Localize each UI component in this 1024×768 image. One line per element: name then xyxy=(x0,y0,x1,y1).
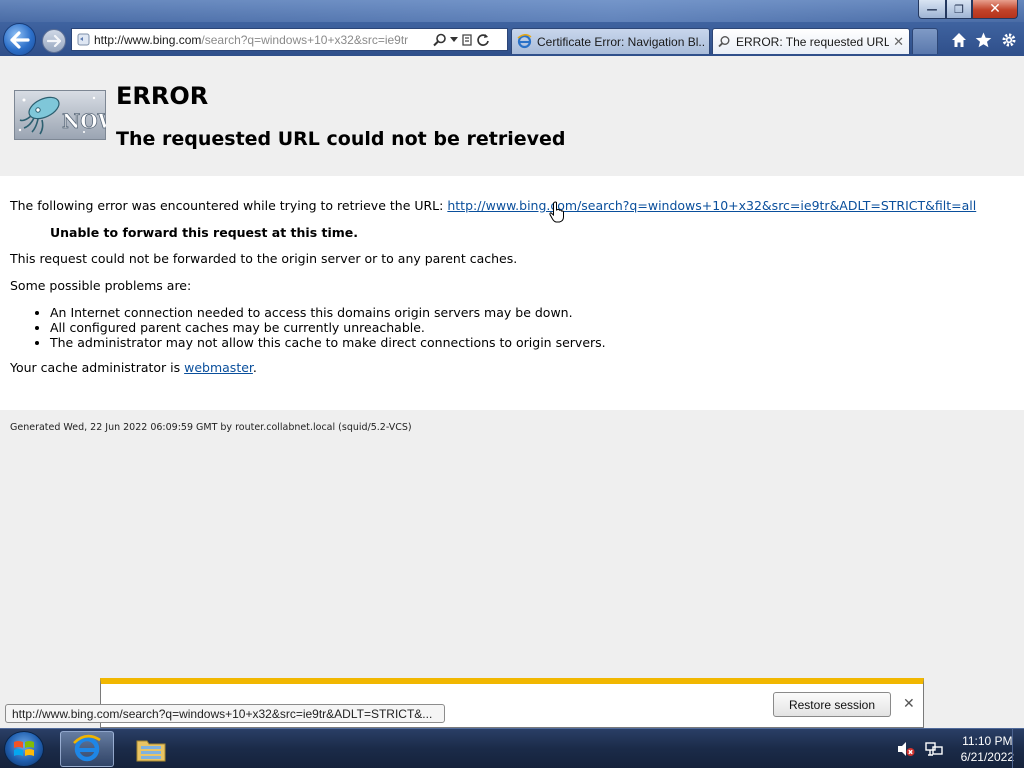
ie-tab-icon xyxy=(517,34,532,49)
page-icon xyxy=(72,33,94,46)
page-title: ERROR xyxy=(116,82,209,110)
tools-gear-icon[interactable] xyxy=(999,29,1018,51)
minimize-button[interactable]: — xyxy=(918,0,946,19)
status-url-tooltip: http://www.bing.com/search?q=windows+10+… xyxy=(5,704,445,723)
taskbar-internet-explorer[interactable] xyxy=(60,731,114,767)
admin-suffix: . xyxy=(252,360,257,375)
taskbar-windows-explorer[interactable] xyxy=(124,731,178,767)
show-desktop-button[interactable] xyxy=(1012,729,1024,768)
start-button[interactable] xyxy=(4,731,44,767)
compat-view-icon[interactable] xyxy=(461,33,473,47)
tab-label: Certificate Error: Navigation Bl... xyxy=(537,34,704,49)
refresh-icon[interactable] xyxy=(476,33,490,47)
requested-url-link[interactable]: http://www.bing.com/search?q=windows+10+… xyxy=(447,198,976,213)
intro-text: The following error was encountered whil… xyxy=(10,198,448,213)
address-url-path: /search?q=windows+10+x32&src=ie9tr xyxy=(201,32,409,47)
list-item: All configured parent caches may be curr… xyxy=(50,320,606,335)
window-controls: — ❐ ✕ xyxy=(918,0,1018,19)
problems-list: An Internet connection needed to access … xyxy=(32,305,606,350)
folder-taskbar-icon xyxy=(136,740,166,762)
favorites-star-icon[interactable] xyxy=(974,29,993,51)
windows-start-icon xyxy=(14,741,34,756)
address-url[interactable]: http://www.bing.com/search?q=windows+10+… xyxy=(94,33,429,47)
svg-text:NOW: NOW xyxy=(62,109,106,133)
forward-arrow-icon xyxy=(47,35,61,47)
new-tab-button[interactable] xyxy=(912,28,938,54)
error-header: NOW ERROR The requested URL could not be… xyxy=(0,56,1024,176)
forward-button[interactable] xyxy=(42,29,66,53)
error-heading: Unable to forward this request at this t… xyxy=(50,225,359,240)
taskbar: 11:10 PM 6/21/2022 xyxy=(0,728,1024,768)
ie-taskbar-icon xyxy=(73,734,101,762)
address-url-host: http://www.bing.com xyxy=(94,32,202,47)
close-window-button[interactable]: ✕ xyxy=(972,0,1018,19)
restore-session-button[interactable]: Restore session xyxy=(773,692,891,717)
tab-error-page[interactable]: ERROR: The requested URL ... ✕ xyxy=(712,28,910,54)
tab-close-button[interactable]: ✕ xyxy=(893,34,904,50)
search-icon[interactable] xyxy=(433,33,447,47)
tab-certificate-error[interactable]: Certificate Error: Navigation Bl... xyxy=(511,28,710,54)
system-clock[interactable]: 11:10 PM 6/21/2022 xyxy=(961,733,1014,765)
admin-paragraph: Your cache administrator is webmaster. xyxy=(10,360,257,375)
address-tools xyxy=(433,33,490,47)
volume-muted-icon[interactable] xyxy=(897,741,915,757)
dropdown-arrow-icon[interactable] xyxy=(450,36,458,43)
network-icon[interactable] xyxy=(924,741,943,757)
error-description: This request could not be forwarded to t… xyxy=(10,251,518,266)
clock-date: 6/21/2022 xyxy=(960,750,1014,764)
browser-chrome: — ❐ ✕ http://www.bing.com/search?q=windo… xyxy=(0,0,1024,56)
back-button[interactable] xyxy=(3,23,36,56)
hand-cursor-icon xyxy=(549,201,565,227)
back-arrow-icon xyxy=(9,30,30,49)
notification-close-button[interactable]: ✕ xyxy=(903,696,915,712)
page-subtitle: The requested URL could not be retrieved xyxy=(116,128,566,150)
problems-intro: Some possible problems are: xyxy=(10,278,192,293)
page-content: NOW ERROR The requested URL could not be… xyxy=(0,56,1024,728)
address-bar[interactable]: http://www.bing.com/search?q=windows+10+… xyxy=(71,28,508,51)
list-item: An Internet connection needed to access … xyxy=(50,305,606,320)
system-tray: 11:10 PM 6/21/2022 xyxy=(897,733,1014,765)
list-item: The administrator may not allow this cac… xyxy=(50,335,606,350)
intro-paragraph: The following error was encountered whil… xyxy=(10,198,976,213)
admin-prefix: Your cache administrator is xyxy=(10,360,185,375)
error-body: The following error was encountered whil… xyxy=(0,176,1024,410)
tab-label: ERROR: The requested URL ... xyxy=(736,34,890,49)
command-icons xyxy=(949,29,1018,51)
squid-logo: NOW xyxy=(14,90,121,140)
clock-time: 11:10 PM xyxy=(962,734,1013,748)
home-icon[interactable] xyxy=(949,29,968,51)
maximize-button[interactable]: ❐ xyxy=(946,0,972,19)
generated-footer: Generated Wed, 22 Jun 2022 06:09:59 GMT … xyxy=(10,422,412,433)
webmaster-link[interactable]: webmaster xyxy=(184,360,253,375)
page-icon xyxy=(718,36,730,48)
